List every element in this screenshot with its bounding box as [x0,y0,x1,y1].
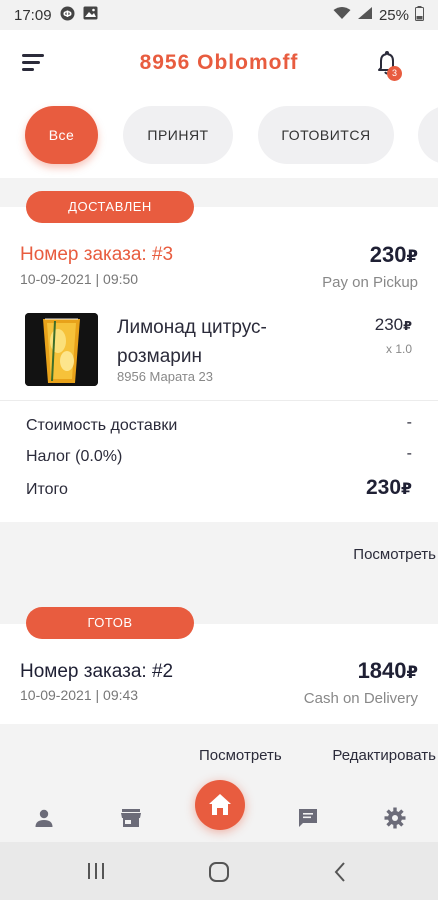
order-number: Номер заказа: #2 [20,661,174,682]
svg-text:Ф: Ф [63,10,72,20]
chat-icon[interactable] [296,806,320,830]
app-notification-icon: Ф [60,6,75,25]
item-image [25,313,98,386]
payment-method: Pay on Pickup [322,274,418,291]
tax-label: Налог (0.0%) [26,448,123,465]
wifi-icon [333,6,351,24]
order-total: 230₽ [369,242,418,267]
settings-icon[interactable] [383,806,407,830]
edit-order-link[interactable]: Редактировать [332,747,436,764]
battery-icon [415,5,424,25]
status-badge: ДОСТАВЛЕН [26,191,194,223]
item-quantity: x 1.0 [385,342,412,356]
order-number: Номер заказа: #3 [20,244,174,265]
item-name: Лимонад цитрус-розмарин [117,317,267,367]
filter-cooking[interactable]: ГОТОВИТСЯ [258,106,394,164]
view-order-link[interactable]: Посмотреть [199,747,282,764]
person-icon[interactable] [32,806,56,830]
status-filters: Все ПРИНЯТ ГОТОВИТСЯ [0,96,438,178]
status-badge: ГОТОВ [26,607,194,639]
recent-apps-icon[interactable] [86,862,106,885]
item-branch: 8956 Марата 23 [117,369,214,384]
image-notification-icon [83,6,98,24]
home-system-icon[interactable] [208,861,230,888]
item-price: 230₽ [374,315,412,334]
status-bar: 17:09 Ф 25% [0,0,438,30]
view-order-link[interactable]: Посмотреть [353,546,436,563]
delivery-cost-value: - [406,414,412,431]
payment-method: Cash on Delivery [303,690,418,707]
system-nav-bar [0,842,438,900]
order-datetime: 10-09-2021 | 09:50 [20,271,139,287]
notification-badge: 3 [387,66,402,81]
home-button[interactable] [195,780,245,830]
delivery-cost-label: Стоимость доставки [26,417,178,434]
order-datetime: 10-09-2021 | 09:43 [20,687,139,703]
filter-next[interactable] [418,106,438,164]
tax-value: - [406,445,412,462]
app-header: 8956 Oblomoff 3 [0,30,438,96]
signal-icon [357,6,373,24]
filter-all[interactable]: Все [25,106,98,164]
filter-accepted[interactable]: ПРИНЯТ [123,106,233,164]
order-total: 1840₽ [357,658,418,683]
home-icon [209,794,231,815]
battery-percent: 25% [378,6,409,24]
store-icon[interactable] [119,806,143,830]
status-time: 17:09 [14,6,52,24]
back-icon[interactable] [333,861,347,888]
total-label: Итого [26,481,68,498]
divider [0,400,438,401]
total-value: 230₽ [365,476,412,499]
